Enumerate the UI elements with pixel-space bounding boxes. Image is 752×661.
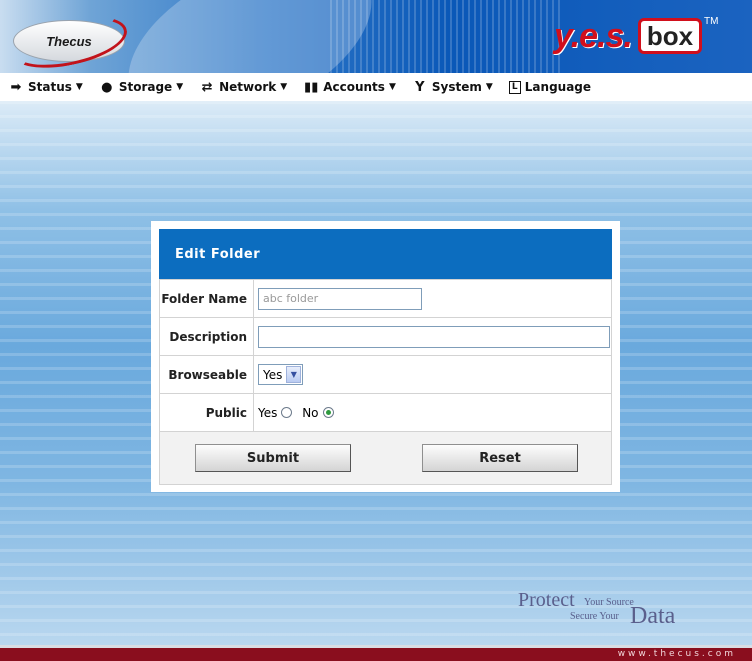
edit-folder-dialog: Edit Folder Folder Name Description Brow… (151, 221, 620, 492)
browseable-label: Browseable (159, 355, 254, 394)
folder-name-input[interactable] (258, 287, 422, 310)
form-row-browseable: Browseable Yes ▼ (159, 355, 612, 394)
footer-url: www.thecus.com (617, 649, 736, 659)
public-yes-option[interactable]: Yes (258, 406, 298, 420)
edit-folder-form: Folder Name Description Browseable Yes ▼… (159, 279, 612, 432)
form-row-folder-name: Folder Name (159, 279, 612, 318)
yes-logo-text: y.e.s. (554, 16, 633, 55)
yesbox-logo: y.e.s. box TM (554, 16, 719, 56)
dialog-title: Edit Folder (159, 229, 612, 279)
description-label: Description (159, 317, 254, 356)
arrow-icon: ➡ (10, 79, 22, 95)
chevron-down-icon: ▼ (176, 82, 184, 92)
form-row-description: Description (159, 317, 612, 356)
disk-icon: ● (101, 79, 113, 95)
header-banner: Thecus y.e.s. box TM (0, 0, 752, 73)
menu-accounts[interactable]: ▮▮ Accounts ▼ (303, 80, 396, 95)
public-yes-radio[interactable] (281, 407, 293, 418)
menu-network[interactable]: ⇄ Network ▼ (199, 79, 288, 95)
submit-button[interactable]: Submit (195, 444, 351, 472)
menu-language[interactable]: L Language (508, 80, 591, 94)
chevron-down-icon: ▼ (388, 82, 396, 92)
menu-storage[interactable]: ● Storage ▼ (99, 80, 183, 95)
footer-bar: www.thecus.com (0, 645, 752, 661)
network-icon: ⇄ (201, 79, 213, 95)
description-input[interactable] (258, 325, 610, 348)
folder-name-label: Folder Name (159, 279, 254, 318)
thecus-logo: Thecus (6, 7, 132, 73)
form-row-public: Public Yes No (159, 393, 612, 432)
wrench-icon: Y (415, 79, 425, 95)
language-icon: L (508, 80, 521, 94)
accounts-icon: ▮▮ (304, 79, 319, 95)
browseable-select[interactable]: Yes ▼ (258, 364, 304, 385)
chevron-down-icon[interactable]: ▼ (286, 366, 302, 383)
box-logo-text: box (637, 18, 703, 54)
protect-tagline: Protect Your Source Secure Your Data (518, 589, 676, 629)
menu-bar: ➡ Status ▼ ● Storage ▼ ⇄ Network ▼ ▮▮ Accou… (0, 73, 752, 101)
public-label: Public (159, 393, 254, 432)
dialog-button-row: Submit Reset (159, 432, 612, 485)
menu-status[interactable]: ➡ Status ▼ (8, 80, 83, 95)
reset-button[interactable]: Reset (422, 444, 578, 472)
trademark: TM (704, 16, 719, 27)
public-no-radio[interactable] (322, 407, 334, 418)
chevron-down-icon: ▼ (485, 82, 493, 92)
public-no-option[interactable]: No (302, 406, 339, 420)
chevron-down-icon: ▼ (280, 82, 288, 92)
menu-system[interactable]: Y System ▼ (412, 80, 493, 95)
browseable-value: Yes (263, 367, 283, 382)
chevron-down-icon: ▼ (75, 82, 83, 92)
